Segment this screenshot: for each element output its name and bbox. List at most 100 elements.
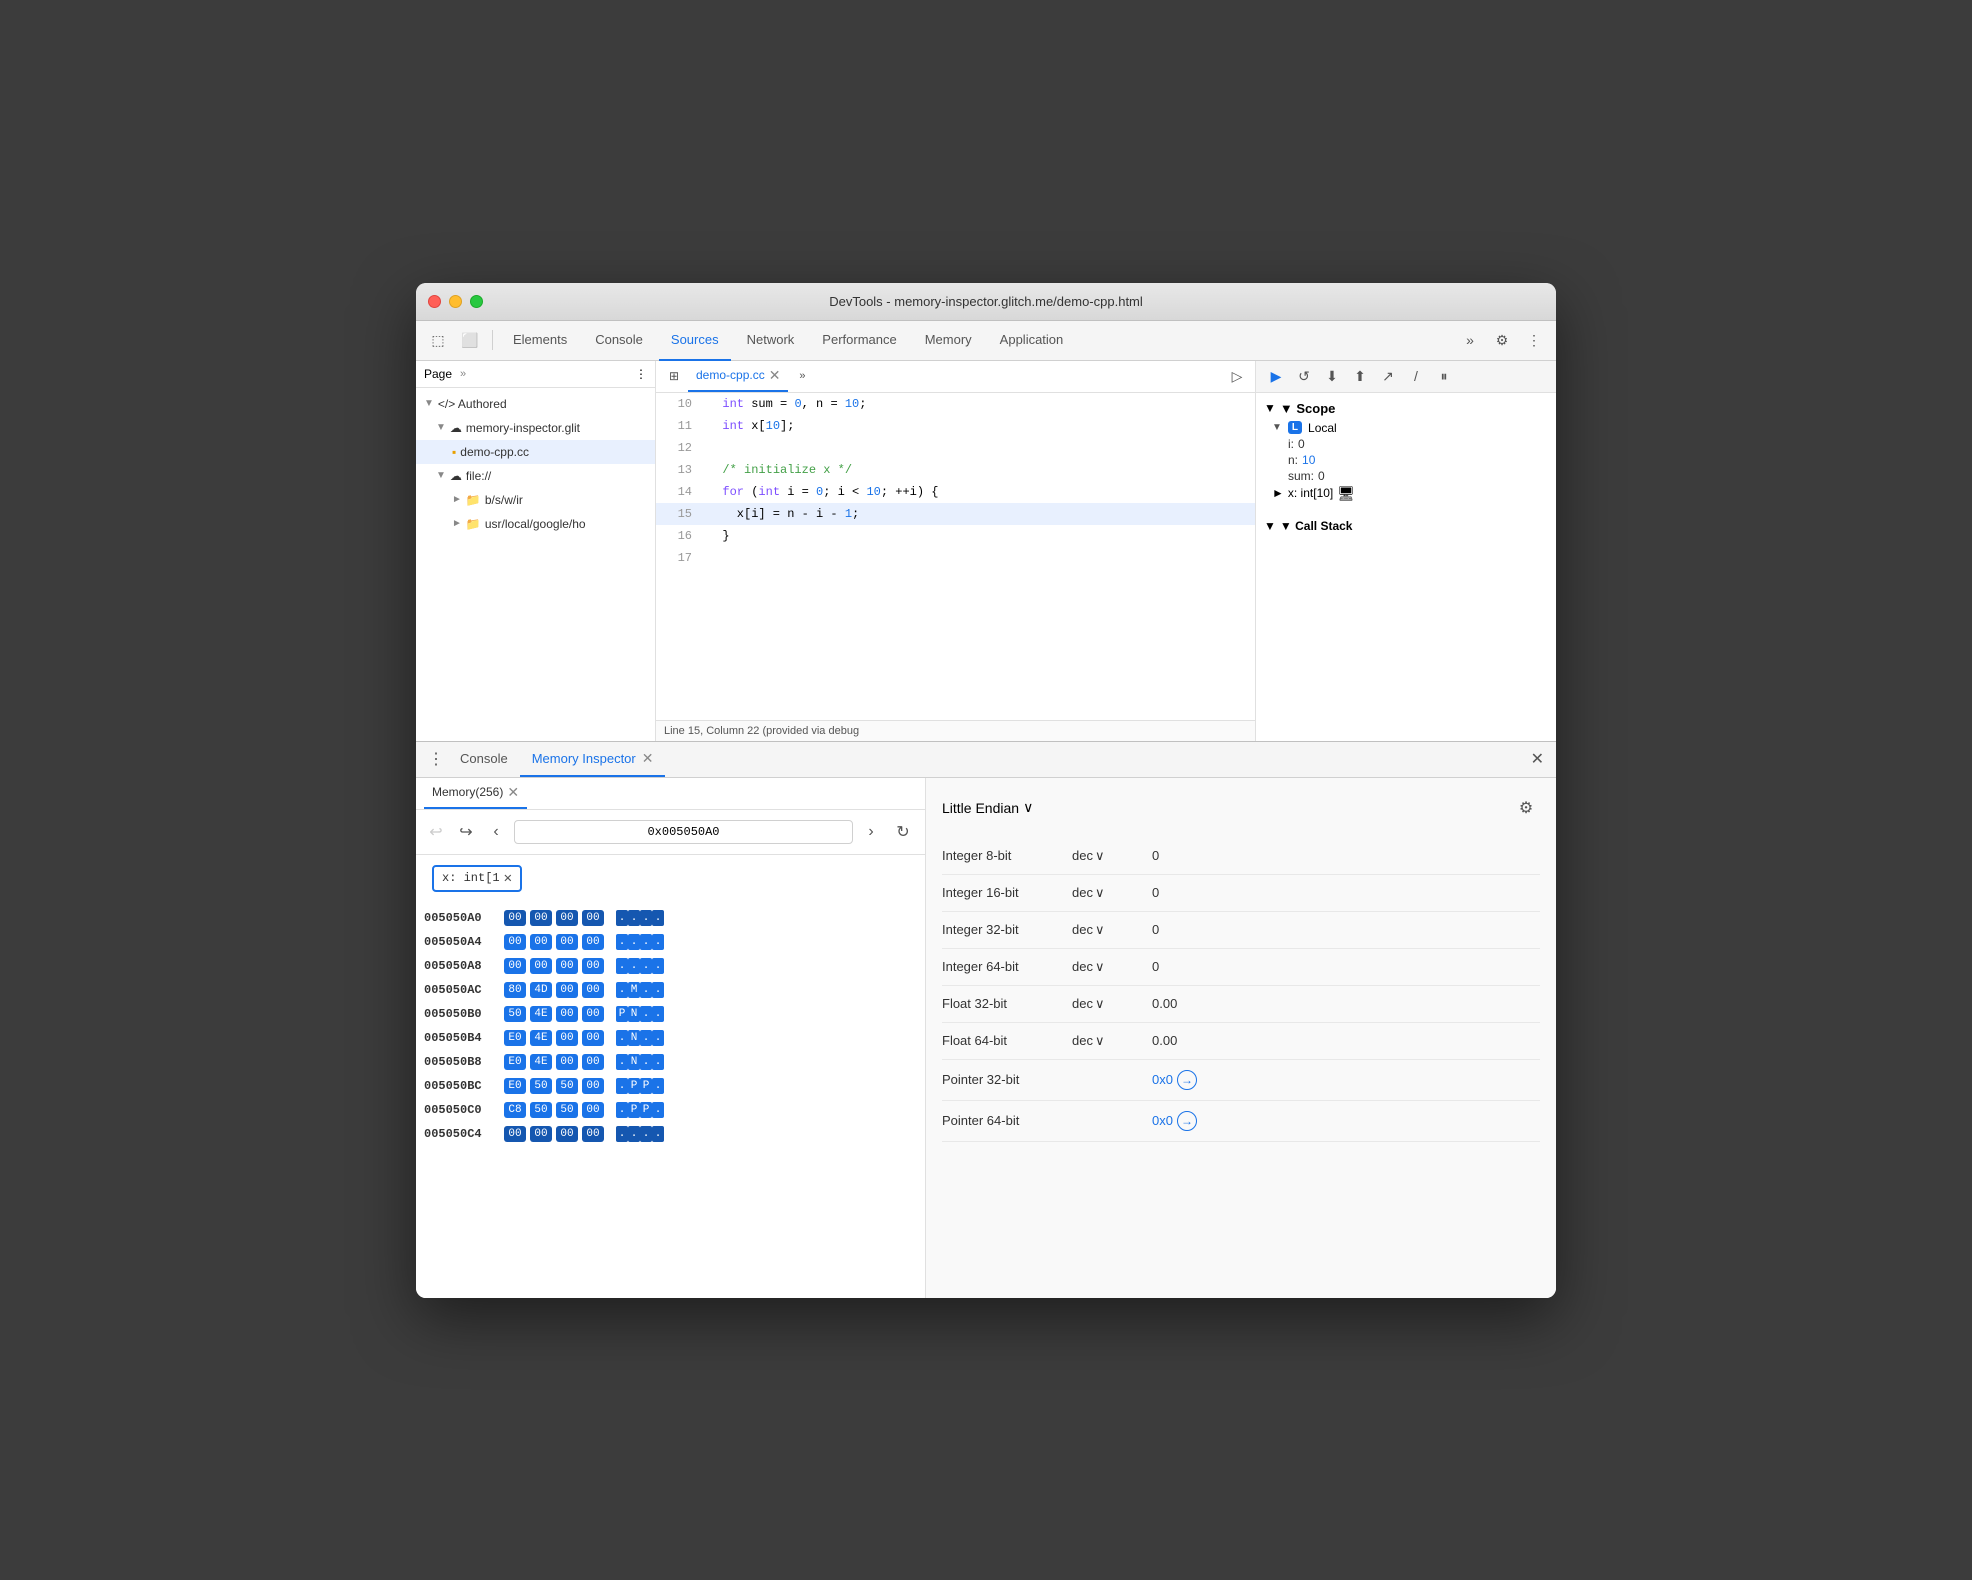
- format-float32[interactable]: dec ∨: [1072, 996, 1152, 1012]
- hex-byte-5-0[interactable]: E0: [504, 1030, 526, 1046]
- hex-char-3-0[interactable]: .: [616, 982, 628, 998]
- hex-char-2-1[interactable]: .: [628, 958, 640, 974]
- maximize-button[interactable]: [470, 295, 483, 308]
- hex-byte-4-2[interactable]: 00: [556, 1006, 578, 1022]
- scope-x[interactable]: ► x: int[10] 🖥: [1272, 484, 1548, 503]
- file-panel-more-icon[interactable]: »: [460, 368, 466, 380]
- file-panel-dots-icon[interactable]: ⋮: [635, 367, 647, 381]
- hex-char-9-1[interactable]: .: [628, 1126, 640, 1142]
- hex-char-1-0[interactable]: .: [616, 934, 628, 950]
- hex-char-5-2[interactable]: .: [640, 1030, 652, 1046]
- tab-console[interactable]: Console: [583, 321, 655, 361]
- tree-item-usr[interactable]: ► 📁 usr/local/google/ho: [416, 512, 655, 536]
- deactivate-button[interactable]: /: [1404, 364, 1428, 388]
- hex-char-3-3[interactable]: .: [652, 982, 664, 998]
- step-over-button[interactable]: ↺: [1292, 364, 1316, 388]
- hex-byte-9-1[interactable]: 00: [530, 1126, 552, 1142]
- hex-char-0-2[interactable]: .: [640, 910, 652, 926]
- hex-byte-6-0[interactable]: E0: [504, 1054, 526, 1070]
- tab-network[interactable]: Network: [735, 321, 807, 361]
- expression-tag-close-icon[interactable]: ✕: [504, 870, 512, 887]
- tab-performance[interactable]: Performance: [810, 321, 908, 361]
- tab-memory-inspector-bottom[interactable]: Memory Inspector ✕: [520, 741, 666, 777]
- hex-byte-9-2[interactable]: 00: [556, 1126, 578, 1142]
- format-int64[interactable]: dec ∨: [1072, 959, 1152, 975]
- hex-byte-0-3[interactable]: 00: [582, 910, 604, 926]
- close-button[interactable]: [428, 295, 441, 308]
- refresh-button[interactable]: ↻: [889, 818, 917, 846]
- format-int8[interactable]: dec ∨: [1072, 848, 1152, 864]
- hex-byte-8-0[interactable]: C8: [504, 1102, 526, 1118]
- hex-char-7-2[interactable]: P: [640, 1078, 652, 1094]
- memory-subtab-256[interactable]: Memory(256) ✕: [424, 778, 527, 810]
- step-out-button[interactable]: ⬆: [1348, 364, 1372, 388]
- run-snippet-icon[interactable]: ▷: [1223, 362, 1251, 390]
- tab-application[interactable]: Application: [988, 321, 1076, 361]
- hex-char-5-0[interactable]: .: [616, 1030, 628, 1046]
- more-tabs-icon[interactable]: »: [1456, 326, 1484, 354]
- hex-byte-1-0[interactable]: 00: [504, 934, 526, 950]
- hex-char-1-1[interactable]: .: [628, 934, 640, 950]
- hex-char-9-2[interactable]: .: [640, 1126, 652, 1142]
- hex-byte-0-2[interactable]: 00: [556, 910, 578, 926]
- nav-next-button[interactable]: ›: [859, 820, 883, 844]
- hex-char-0-0[interactable]: .: [616, 910, 628, 926]
- hex-byte-3-3[interactable]: 00: [582, 982, 604, 998]
- hex-byte-6-1[interactable]: 4E: [530, 1054, 552, 1070]
- hex-byte-0-1[interactable]: 00: [530, 910, 552, 926]
- device-icon[interactable]: ⬜: [456, 326, 484, 354]
- hex-byte-3-2[interactable]: 00: [556, 982, 578, 998]
- hex-char-7-3[interactable]: .: [652, 1078, 664, 1094]
- hex-char-2-0[interactable]: .: [616, 958, 628, 974]
- hex-char-1-3[interactable]: .: [652, 934, 664, 950]
- menu-dots-icon[interactable]: ⋮: [1520, 326, 1548, 354]
- tab-console-bottom[interactable]: Console: [448, 741, 520, 777]
- hex-char-4-3[interactable]: .: [652, 1006, 664, 1022]
- hex-char-6-0[interactable]: .: [616, 1054, 628, 1070]
- format-int16[interactable]: dec ∨: [1072, 885, 1152, 901]
- hex-char-2-2[interactable]: .: [640, 958, 652, 974]
- hex-char-4-1[interactable]: N: [628, 1006, 640, 1022]
- close-panel-icon[interactable]: ✕: [1527, 751, 1548, 768]
- hex-char-6-3[interactable]: .: [652, 1054, 664, 1070]
- resume-button[interactable]: ▶: [1264, 364, 1288, 388]
- hex-byte-4-3[interactable]: 00: [582, 1006, 604, 1022]
- hex-byte-2-0[interactable]: 00: [504, 958, 526, 974]
- memory-subtab-close-icon[interactable]: ✕: [507, 784, 519, 801]
- hex-byte-2-1[interactable]: 00: [530, 958, 552, 974]
- ptr32-arrow-icon[interactable]: →: [1177, 1070, 1197, 1090]
- hex-byte-1-1[interactable]: 00: [530, 934, 552, 950]
- hex-byte-0-0[interactable]: 00: [504, 910, 526, 926]
- minimize-button[interactable]: [449, 295, 462, 308]
- hex-byte-6-2[interactable]: 00: [556, 1054, 578, 1070]
- settings-icon[interactable]: ⚙: [1488, 326, 1516, 354]
- value-inspector-settings-icon[interactable]: ⚙: [1512, 794, 1540, 822]
- hex-byte-2-3[interactable]: 00: [582, 958, 604, 974]
- hex-byte-9-3[interactable]: 00: [582, 1126, 604, 1142]
- pointer-icon[interactable]: ⬚: [424, 326, 452, 354]
- hex-byte-3-1[interactable]: 4D: [530, 982, 552, 998]
- hex-byte-1-2[interactable]: 00: [556, 934, 578, 950]
- hex-char-4-2[interactable]: .: [640, 1006, 652, 1022]
- hex-byte-2-2[interactable]: 00: [556, 958, 578, 974]
- format-float64[interactable]: dec ∨: [1072, 1033, 1152, 1049]
- more-tabs-code-icon[interactable]: »: [788, 362, 816, 390]
- hex-char-9-3[interactable]: .: [652, 1126, 664, 1142]
- hex-byte-4-0[interactable]: 50: [504, 1006, 526, 1022]
- hex-char-8-1[interactable]: P: [628, 1102, 640, 1118]
- code-tab-demo-cpp[interactable]: demo-cpp.cc ✕: [688, 361, 788, 393]
- hex-byte-7-0[interactable]: E0: [504, 1078, 526, 1094]
- hex-byte-9-0[interactable]: 00: [504, 1126, 526, 1142]
- hex-char-1-2[interactable]: .: [640, 934, 652, 950]
- pause-button[interactable]: ⏸: [1432, 364, 1456, 388]
- hex-char-2-3[interactable]: .: [652, 958, 664, 974]
- hex-char-7-1[interactable]: P: [628, 1078, 640, 1094]
- hex-byte-6-3[interactable]: 00: [582, 1054, 604, 1070]
- hex-char-0-3[interactable]: .: [652, 910, 664, 926]
- memory-inspect-icon[interactable]: 🖥: [1337, 485, 1355, 502]
- nav-forward-button[interactable]: ↪: [454, 820, 478, 844]
- hex-byte-7-3[interactable]: 00: [582, 1078, 604, 1094]
- hex-byte-8-3[interactable]: 00: [582, 1102, 604, 1118]
- scope-local-header[interactable]: ▼ L Local: [1272, 420, 1548, 436]
- hex-char-6-2[interactable]: .: [640, 1054, 652, 1070]
